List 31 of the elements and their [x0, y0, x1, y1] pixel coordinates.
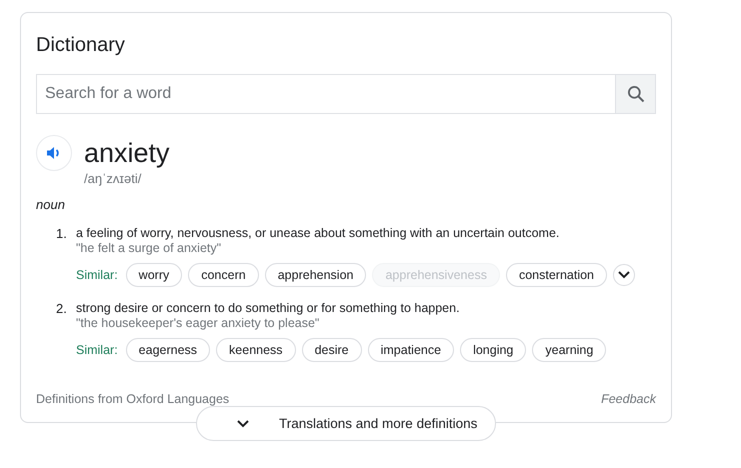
example: "the housekeeper's eager anxiety to please" [76, 316, 320, 331]
sense-number: 2. [56, 301, 68, 318]
synonym-chip[interactable]: keenness [216, 338, 296, 362]
synonym-chip[interactable]: longing [460, 338, 526, 362]
definition: a feeling of worry, nervousness, or unease about something with an uncertain outcome. [76, 226, 560, 241]
synonym-chip[interactable]: concern [188, 263, 259, 287]
chevron-down-icon [237, 420, 249, 428]
synonym-chip[interactable]: desire [302, 338, 362, 362]
similar-label: Similar: [76, 268, 118, 282]
example: "he felt a surge of anxiety" [76, 241, 222, 256]
more-synonyms-button[interactable] [613, 264, 636, 286]
part-of-speech: noun [36, 197, 66, 212]
similar-label: Similar: [76, 343, 118, 357]
sense-number: 1. [56, 226, 68, 243]
pronunciation: /aŋˈzʌɪəti/ [84, 171, 142, 187]
search-button[interactable] [615, 75, 655, 113]
synonym-chip[interactable]: consternation [506, 263, 608, 287]
feedback-link[interactable]: Feedback [601, 392, 656, 406]
expand-button[interactable]: Translations and more definitions [196, 406, 496, 441]
chevron-down-icon [618, 271, 630, 279]
source-text: Definitions from Oxford Languages [36, 392, 230, 406]
headword: anxiety [84, 137, 170, 170]
card-title: Dictionary [36, 33, 126, 57]
search-icon [626, 84, 646, 104]
synonym-chip[interactable]: apprehension [264, 263, 366, 287]
synonym-chip[interactable]: impatience [368, 338, 454, 362]
synonym-chip[interactable]: eagerness [126, 338, 210, 362]
synonym-chip[interactable]: worry [126, 263, 182, 287]
speaker-button[interactable] [36, 135, 72, 171]
definition: strong desire or concern to do something or for something to happen. [76, 301, 461, 316]
synonym-chip[interactable]: yearning [532, 338, 606, 362]
